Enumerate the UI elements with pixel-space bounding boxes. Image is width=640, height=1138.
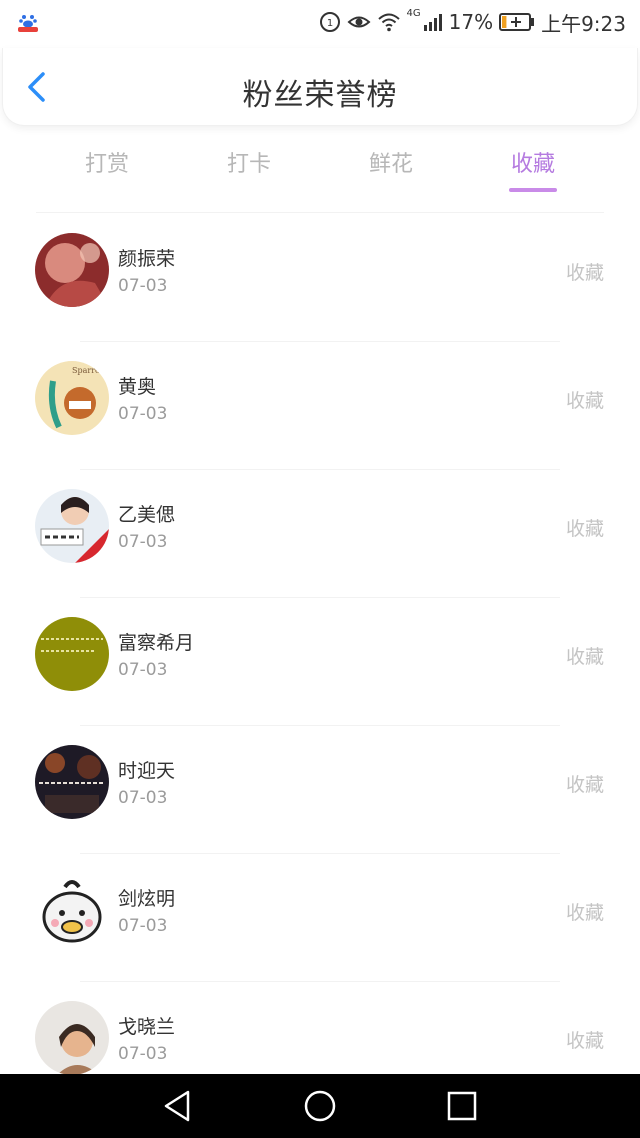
fan-name: 富察希月 <box>118 632 195 654</box>
tab-label: 鲜花 <box>368 152 413 177</box>
home-nav-icon[interactable] <box>302 1088 338 1124</box>
list-item[interactable]: 乙美偲 07-03 收藏 <box>0 470 640 598</box>
tab-checkin[interactable]: 打卡 <box>178 140 320 196</box>
tab-label: 打赏 <box>84 152 129 177</box>
tab-label: 收藏 <box>510 152 555 177</box>
fan-date: 07-03 <box>118 788 168 808</box>
fan-date: 07-03 <box>118 1044 168 1064</box>
avatar[interactable] <box>35 233 109 307</box>
wifi-icon <box>377 13 400 32</box>
favorite-label: 收藏 <box>565 902 604 924</box>
favorite-label: 收藏 <box>565 262 604 284</box>
avatar[interactable] <box>35 873 109 947</box>
tab-favorites[interactable]: 收藏 <box>462 140 604 196</box>
fan-name: 颜振荣 <box>118 248 176 270</box>
fan-date: 07-03 <box>118 660 168 680</box>
tab-reward[interactable]: 打赏 <box>36 140 178 196</box>
list-item[interactable]: 富察希月 07-03 收藏 <box>0 598 640 726</box>
tab-bar: 打赏 打卡 鲜花 收藏 <box>36 140 604 196</box>
list-item[interactable]: 剑炫明 07-03 收藏 <box>0 854 640 982</box>
page-title: 粉丝荣誉榜 <box>242 78 398 113</box>
clock: 上午9:23 <box>541 11 626 36</box>
tab-flowers[interactable]: 鲜花 <box>320 140 462 196</box>
hd-call-icon: 1 <box>319 12 340 32</box>
avatar[interactable] <box>35 617 109 691</box>
back-nav-icon[interactable] <box>160 1088 196 1124</box>
fan-date: 07-03 <box>118 916 168 936</box>
fan-name: 戈晓兰 <box>118 1016 176 1038</box>
status-indicators: 1 4G 17% 上午9:23 <box>319 8 626 36</box>
network-type: 4G <box>406 8 421 19</box>
avatar[interactable] <box>35 745 109 819</box>
battery-icon <box>499 13 535 31</box>
fan-date: 07-03 <box>118 276 168 296</box>
favorite-label: 收藏 <box>565 390 604 412</box>
avatar[interactable]: Sparrow <box>35 361 109 435</box>
favorite-label: 收藏 <box>565 518 604 540</box>
battery-percent: 17% <box>448 10 494 34</box>
favorite-label: 收藏 <box>565 646 604 668</box>
active-tab-indicator <box>509 188 557 192</box>
fan-name: 时迎天 <box>118 760 176 782</box>
list-item[interactable]: 颜振荣 07-03 收藏 <box>0 214 640 342</box>
baidu-app-icon <box>17 11 39 33</box>
fan-list: 颜振荣 07-03 收藏 Sparrow 黄奥 07-03 收藏 乙美偲 07-… <box>0 214 640 1110</box>
avatar[interactable] <box>35 1001 109 1075</box>
eye-comfort-icon <box>347 16 370 28</box>
favorite-label: 收藏 <box>565 774 604 796</box>
system-nav-bar <box>0 1074 640 1138</box>
tab-label: 打卡 <box>226 152 271 177</box>
avatar[interactable] <box>35 489 109 563</box>
svg-text:Sparrow: Sparrow <box>72 366 107 375</box>
fan-date: 07-03 <box>118 404 168 424</box>
status-bar: 1 4G 17% 上午9:23 <box>0 0 640 44</box>
recents-nav-icon[interactable] <box>444 1088 480 1124</box>
fan-name: 剑炫明 <box>118 888 176 910</box>
favorite-label: 收藏 <box>565 1030 604 1052</box>
fan-name: 黄奥 <box>118 376 157 398</box>
fan-name: 乙美偲 <box>118 504 176 526</box>
fan-date: 07-03 <box>118 532 168 552</box>
list-item[interactable]: 时迎天 07-03 收藏 <box>0 726 640 854</box>
list-item[interactable]: Sparrow 黄奥 07-03 收藏 <box>0 342 640 470</box>
svg-text:1: 1 <box>326 18 332 29</box>
divider <box>36 212 604 213</box>
header: 粉丝荣誉榜 <box>2 48 638 126</box>
signal-icon <box>423 14 442 31</box>
